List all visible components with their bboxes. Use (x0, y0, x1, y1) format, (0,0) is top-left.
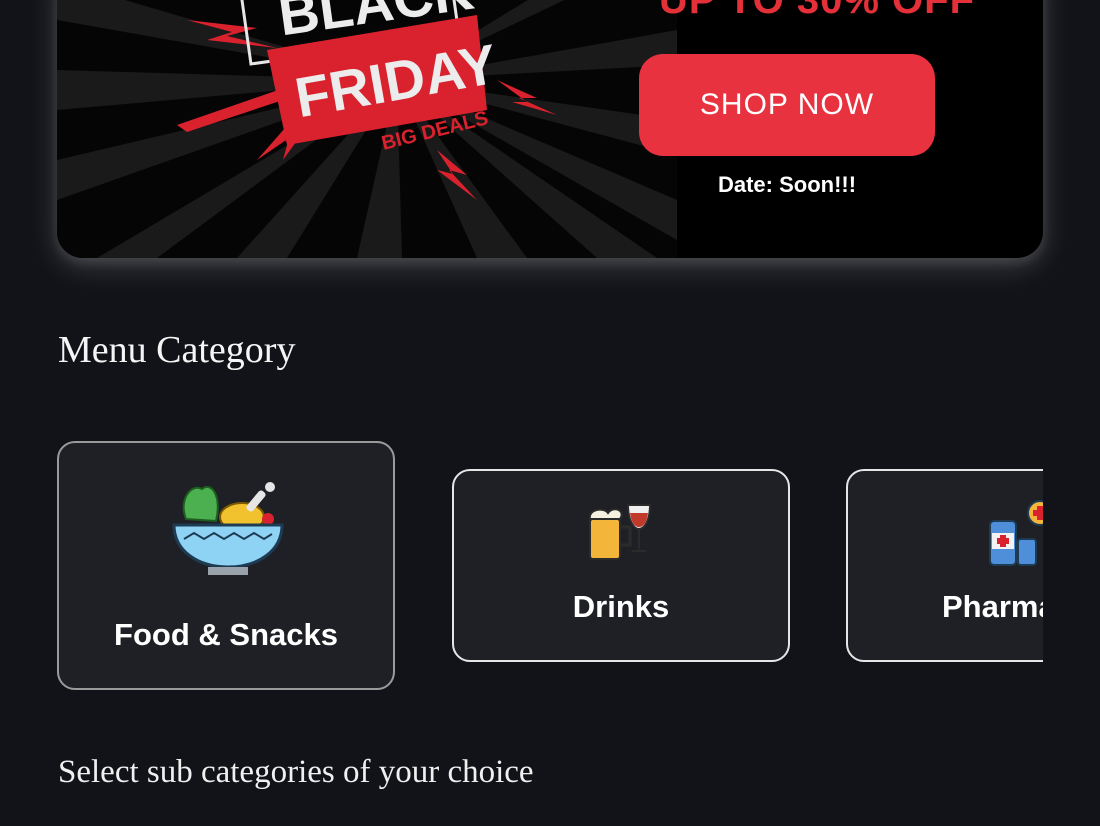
salad-bowl-icon (172, 482, 284, 575)
subcategory-title: Select sub categories of your choice (58, 754, 534, 790)
category-label: Pharmacy (942, 589, 1043, 624)
category-label: Food & Snacks (114, 617, 338, 652)
category-carousel[interactable]: Food & Snacks Drinks Pharmacy (0, 0, 1043, 826)
category-card-pharmacy[interactable]: Pharmacy (846, 469, 1043, 662)
category-card-drinks[interactable]: Drinks (452, 469, 790, 662)
category-label: Drinks (572, 589, 670, 624)
medicine-icon (989, 500, 1043, 566)
category-card-food[interactable]: Food & Snacks (57, 441, 395, 690)
beer-wine-icon (588, 504, 652, 560)
